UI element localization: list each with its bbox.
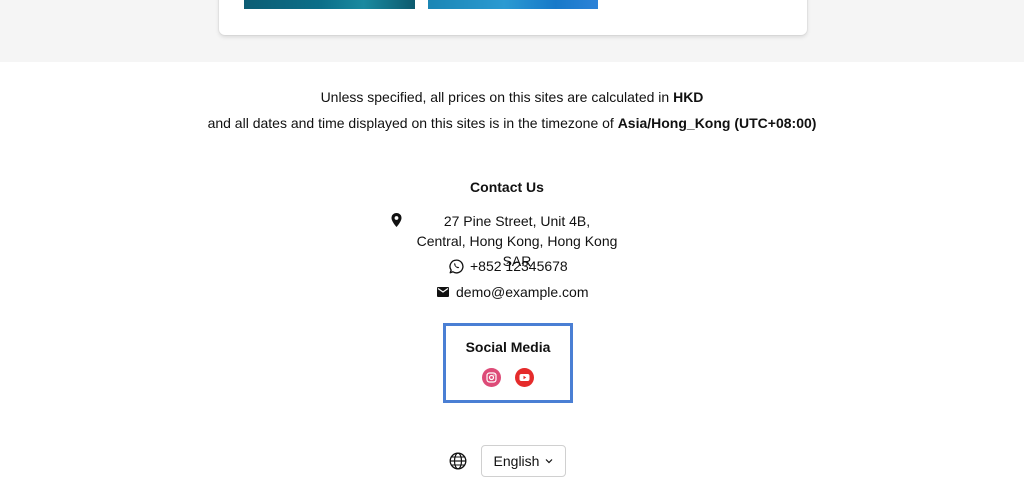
pricing-notice-text: Unless specified, all prices on this sit… — [320, 89, 674, 105]
currency-value: HKD — [673, 89, 704, 105]
envelope-icon — [437, 287, 449, 297]
youtube-icon[interactable] — [515, 368, 534, 387]
chevron-down-icon — [546, 459, 553, 464]
social-media-title: Social Media — [465, 339, 551, 355]
whatsapp-icon — [449, 258, 464, 274]
timezone-notice-text: and all dates and time displayed on this… — [207, 115, 618, 131]
timezone-notice: and all dates and time displayed on this… — [0, 114, 1024, 132]
address-line: 27 Pine Street, Unit 4B, — [443, 213, 591, 229]
language-select[interactable]: English — [481, 445, 566, 477]
instagram-icon[interactable] — [482, 368, 501, 387]
language-selected-value: English — [493, 453, 540, 469]
email-address: demo@example.com — [456, 284, 589, 300]
contact-email[interactable]: demo@example.com — [437, 283, 589, 301]
content-card — [219, 0, 807, 35]
phone-number: +852 12345678 — [470, 258, 568, 274]
map-pin-icon — [391, 213, 402, 227]
social-media-section: Social Media — [443, 323, 573, 403]
gallery-thumbnail[interactable] — [244, 0, 415, 9]
gallery-thumbnail[interactable] — [428, 0, 598, 9]
timezone-value: Asia/Hong_Kong (UTC+08:00) — [617, 115, 817, 131]
contact-phone[interactable]: +852 12345678 — [449, 257, 568, 275]
pricing-notice: Unless specified, all prices on this sit… — [0, 88, 1024, 106]
contact-title: Contact Us — [470, 179, 544, 195]
globe-icon — [449, 452, 467, 470]
